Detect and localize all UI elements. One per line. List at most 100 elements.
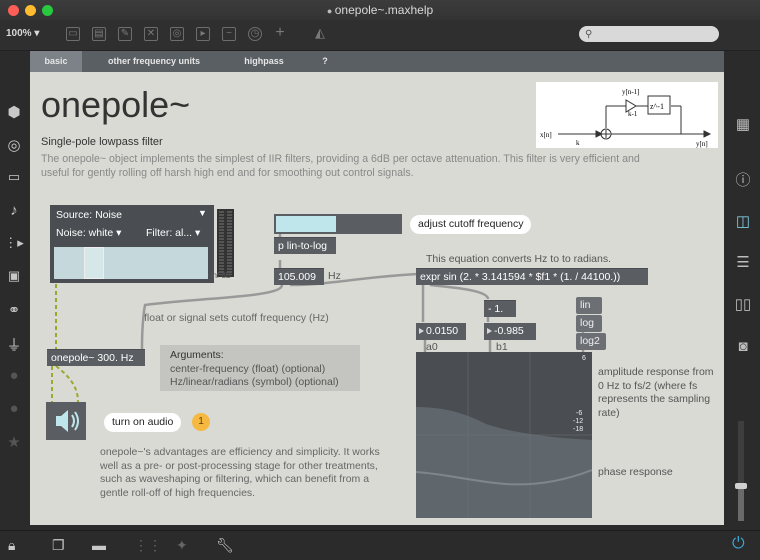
- tab-help[interactable]: ?: [312, 51, 338, 72]
- chevron-down-icon: ▼: [198, 208, 207, 218]
- play-icon[interactable]: ▸: [196, 27, 210, 41]
- output-level-slider[interactable]: [735, 421, 747, 521]
- paint-bucket-icon[interactable]: ◭: [314, 26, 326, 39]
- music-note-icon[interactable]: ♪: [0, 202, 28, 219]
- filter-block-diagram: x[n] y[n-1] k-1 z^-1 k y[n]: [536, 82, 718, 148]
- filter-menu[interactable]: Filter: al... ▾: [146, 227, 200, 239]
- right-sidebar: ▦ ⓘ ◫ ☰ ▯▯ ◙: [726, 51, 760, 530]
- diagram-label-k: k: [576, 139, 580, 147]
- db-tick: -18: [573, 426, 583, 433]
- diagram-label-k1: k-1: [628, 110, 638, 118]
- x-object-icon[interactable]: ✕: [144, 27, 158, 41]
- arguments-title: Arguments:: [170, 349, 224, 361]
- circle-icon[interactable]: ●: [0, 400, 28, 417]
- presentation-icon[interactable]: ▭: [66, 27, 80, 41]
- tab-basic[interactable]: basic: [30, 51, 82, 72]
- book-icon[interactable]: ▯▯: [726, 295, 760, 313]
- cutoff-frequency-slider[interactable]: [274, 214, 402, 234]
- audio-toggle-button[interactable]: [46, 402, 86, 440]
- lock-icon[interactable]: 🔒︎: [8, 537, 15, 554]
- tab-bar: basic other frequency units highpass ?: [30, 51, 724, 72]
- slider-knob[interactable]: [735, 483, 747, 489]
- source-panel: Source: Noise ▼ Noise: white ▾ Filter: a…: [50, 205, 214, 283]
- adjust-cutoff-bubble: adjust cutoff frequency: [410, 215, 532, 234]
- info-icon[interactable]: ⓘ: [726, 169, 760, 190]
- minus-one-object[interactable]: - 1.: [484, 300, 516, 317]
- source-menu[interactable]: Source: Noise: [56, 209, 122, 221]
- diagram-label-xn: x[n]: [540, 131, 552, 139]
- toolbar: 100% ▾ ▭ ▤ ✎ ✕ ◎ ▸ − ◷ + ◭ ⚲: [0, 20, 760, 51]
- a0-number-box[interactable]: 0.0150: [416, 323, 466, 340]
- onepole-object[interactable]: onepole~ 300. Hz: [47, 349, 145, 366]
- equation-comment: This equation converts Hz to to radians.: [426, 253, 612, 265]
- filter-response-graph[interactable]: 6 -6 -12 -18: [415, 352, 593, 518]
- clock-icon[interactable]: ◷: [248, 27, 262, 41]
- log-message[interactable]: log: [576, 315, 602, 332]
- db-tick: -6: [576, 410, 582, 417]
- noise-type-menu[interactable]: Noise: white ▾: [56, 227, 121, 239]
- edit-icon[interactable]: ✎: [118, 27, 132, 41]
- comment-icon[interactable]: ▬: [92, 537, 106, 553]
- layout-icon[interactable]: ◫: [726, 212, 760, 230]
- wand-icon[interactable]: ✦: [176, 537, 188, 554]
- b1-number-box[interactable]: -0.985: [484, 323, 536, 340]
- image-icon[interactable]: ▣: [0, 268, 28, 284]
- cube-icon[interactable]: ⬢: [0, 103, 28, 121]
- tab-other-frequency-units[interactable]: other frequency units: [94, 51, 214, 72]
- page-title: onepole~: [41, 84, 191, 125]
- left-sidebar: ⬢ ◎ ▭ ♪ ⋮▸ ▣ ⚭ ⏚ ● ● ★: [0, 51, 28, 530]
- panel-icon[interactable]: ▭: [0, 169, 28, 185]
- search-input[interactable]: [579, 26, 719, 42]
- float-signal-comment: float or signal sets cutoff frequency (H…: [144, 312, 329, 324]
- diagram-label-yn: y[n]: [696, 140, 708, 148]
- slider-fill: [738, 486, 744, 521]
- document-icon: ●: [326, 6, 335, 16]
- meter-readout: -inf dB: [208, 271, 232, 280]
- window-title: ● onepole~.maxhelp: [326, 3, 434, 17]
- advantages-comment: onepole~'s advantages are efficiency and…: [100, 446, 380, 499]
- db-tick: -12: [573, 418, 583, 425]
- grid-icon[interactable]: ▦: [726, 115, 760, 133]
- expr-object[interactable]: expr sin (2. * 3.141594 * $f1 * (1. / 44…: [416, 268, 648, 285]
- arguments-line-1: center-frequency (float) (optional): [170, 363, 326, 375]
- spectrum-selection[interactable]: [84, 247, 104, 279]
- arguments-line-2: Hz/linear/radians (symbol) (optional): [170, 376, 339, 388]
- page-subtitle: Single-pole lowpass filter: [41, 136, 163, 148]
- spectrum-display[interactable]: [54, 247, 208, 279]
- db-tick: 6: [582, 355, 586, 362]
- list-icon[interactable]: ☰: [726, 253, 760, 271]
- patcher-canvas: onepole~ Single-pole lowpass filter The …: [30, 72, 724, 525]
- star-icon[interactable]: ★: [0, 433, 28, 451]
- speaker-icon: [56, 410, 79, 432]
- amplitude-response-comment: amplitude response from 0 Hz to fs/2 (wh…: [598, 366, 714, 419]
- lin-message[interactable]: lin: [576, 297, 602, 314]
- zoom-level-menu[interactable]: 100% ▾: [6, 28, 39, 39]
- search-icon: ⚲: [585, 29, 593, 40]
- target-icon[interactable]: ◎: [170, 27, 184, 41]
- plug-icon[interactable]: ⏚: [0, 334, 28, 355]
- title-bar: ● onepole~.maxhelp: [0, 0, 760, 20]
- step-badge: 1: [192, 413, 210, 431]
- camera-icon[interactable]: ◙: [726, 338, 760, 355]
- patcher-icon[interactable]: ▤: [92, 27, 106, 41]
- wrench-icon[interactable]: 🔧︎: [216, 537, 234, 554]
- target-icon[interactable]: ◎: [0, 136, 28, 154]
- lin-to-log-subpatcher[interactable]: p lin-to-log: [274, 237, 336, 254]
- grid-icon[interactable]: ⋮⋮: [134, 537, 162, 554]
- diagram-label-z: z^-1: [650, 102, 664, 111]
- tab-highpass[interactable]: highpass: [226, 51, 302, 72]
- paperclip-icon[interactable]: ⚭: [0, 301, 28, 319]
- log2-message[interactable]: log2: [576, 333, 606, 350]
- frequency-number-box[interactable]: 105.009: [274, 268, 324, 285]
- slider-fill: [276, 216, 336, 232]
- minus-icon[interactable]: −: [222, 27, 236, 41]
- turn-on-audio-bubble: turn on audio: [104, 413, 182, 432]
- add-icon[interactable]: +: [274, 25, 286, 41]
- sequence-icon[interactable]: ⋮▸: [0, 235, 28, 251]
- object-description: The onepole~ object implements the simpl…: [41, 153, 640, 179]
- windows-icon[interactable]: ❐: [52, 537, 65, 554]
- power-icon[interactable]: ⏻: [732, 535, 745, 553]
- level-meter: [217, 209, 234, 277]
- amplitude-curve: [416, 407, 592, 518]
- circle-icon[interactable]: ●: [0, 367, 28, 384]
